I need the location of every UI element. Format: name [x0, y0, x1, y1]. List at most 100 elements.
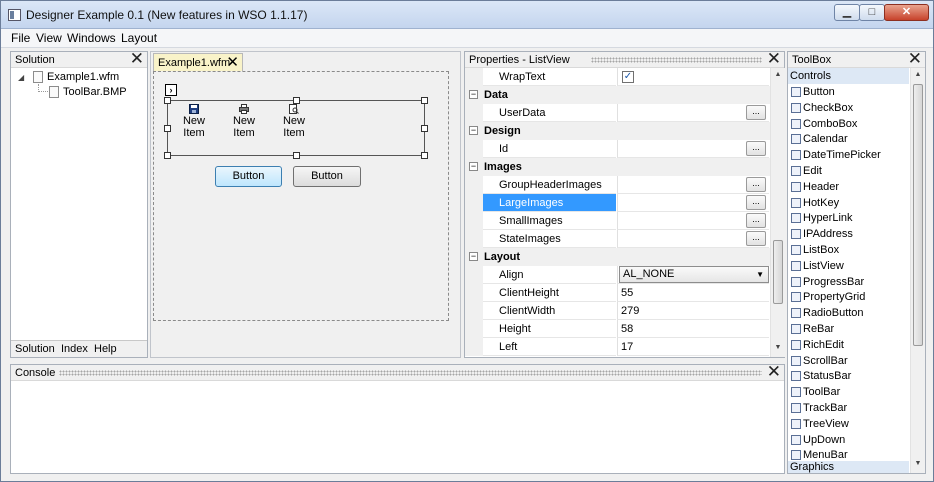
tab-index[interactable]: Index — [61, 343, 88, 355]
toolbox-item-ipaddress[interactable]: IPAddress — [788, 226, 909, 242]
tree-expander-icon[interactable]: ◢ — [18, 73, 24, 82]
prop-row-smallimages[interactable]: SmallImages ... — [465, 212, 770, 230]
category-images[interactable]: − Images — [465, 158, 770, 176]
toolbar-item[interactable]: New Item — [171, 104, 217, 139]
toolbox-item-checkbox[interactable]: CheckBox — [788, 100, 909, 116]
ellipsis-button[interactable]: ... — [746, 213, 766, 228]
prop-value[interactable]: ... — [617, 212, 769, 230]
resize-handle[interactable] — [293, 97, 300, 104]
ellipsis-button[interactable]: ... — [746, 141, 766, 156]
chevron-right-icon[interactable]: › — [165, 84, 177, 96]
prop-row-clientwidth[interactable]: ClientWidth 279 — [465, 302, 770, 320]
toolbar-item[interactable]: New Item — [271, 104, 317, 139]
category-design[interactable]: − Design — [465, 122, 770, 140]
tab-example1-wfm[interactable]: Example1.wfm ✕ — [153, 53, 243, 71]
toolbox-item-rebar[interactable]: ReBar — [788, 321, 909, 337]
prop-row-id[interactable]: Id ... — [465, 140, 770, 158]
ellipsis-button[interactable]: ... — [746, 231, 766, 246]
ellipsis-button[interactable]: ... — [746, 105, 766, 120]
menu-view[interactable]: View — [36, 31, 62, 45]
prop-row-left[interactable]: Left 17 — [465, 338, 770, 356]
toolbox-scrollbar[interactable]: ▲ ▼ — [910, 68, 925, 473]
console-close-icon[interactable]: ✕ — [767, 363, 781, 381]
scroll-up-icon[interactable]: ▲ — [911, 71, 925, 78]
prop-row-userdata[interactable]: UserData ... — [465, 104, 770, 122]
category-layout[interactable]: − Layout — [465, 248, 770, 266]
toolbox-item-hyperlink[interactable]: HyperLink — [788, 210, 909, 226]
menu-layout[interactable]: Layout — [121, 31, 157, 45]
resize-handle[interactable] — [164, 125, 171, 132]
prop-value[interactable]: ... — [617, 140, 769, 158]
collapse-icon[interactable]: − — [469, 126, 478, 135]
toolbox-item-datetimepicker[interactable]: DateTimePicker — [788, 147, 909, 163]
toolbox-item-button[interactable]: Button — [788, 84, 909, 100]
tab-help[interactable]: Help — [94, 343, 117, 355]
wraptext-checkbox[interactable]: ✓ — [622, 71, 634, 83]
toolbox-item-listbox[interactable]: ListBox — [788, 242, 909, 258]
properties-close-icon[interactable]: ✕ — [767, 50, 781, 68]
toolbox-item-progressbar[interactable]: ProgressBar — [788, 274, 909, 290]
resize-handle[interactable] — [421, 125, 428, 132]
toolbox-item-propertygrid[interactable]: PropertyGrid — [788, 289, 909, 305]
prop-value[interactable]: 58 — [617, 320, 769, 338]
resize-handle[interactable] — [421, 97, 428, 104]
prop-row-stateimages[interactable]: StateImages ... — [465, 230, 770, 248]
toolbox-group-controls[interactable]: Controls — [788, 68, 909, 84]
prop-value[interactable]: ... — [617, 104, 769, 122]
prop-value[interactable]: ... — [617, 230, 769, 248]
prop-value[interactable]: 17 — [617, 338, 769, 356]
toolbar-control[interactable]: New Item New Item New Item — [164, 97, 428, 159]
toolbox-item-updown[interactable]: UpDown — [788, 432, 909, 448]
scroll-thumb[interactable] — [913, 84, 923, 346]
prop-value[interactable]: AL_NONE ▼ — [617, 266, 769, 284]
resize-handle[interactable] — [293, 152, 300, 159]
tree-item-example1[interactable]: Example1.wfm — [47, 71, 119, 83]
dropdown-arrow-icon[interactable]: ▼ — [756, 267, 764, 282]
ellipsis-button[interactable]: ... — [746, 195, 766, 210]
toolbox-item-toolbar[interactable]: ToolBar — [788, 384, 909, 400]
tree-item-toolbar-bmp[interactable]: ToolBar.BMP — [63, 86, 127, 98]
toolbox-item-treeview[interactable]: TreeView — [788, 416, 909, 432]
toolbox-item-calendar[interactable]: Calendar — [788, 131, 909, 147]
scroll-thumb[interactable] — [773, 240, 783, 304]
collapse-icon[interactable]: − — [469, 162, 478, 171]
resize-handle[interactable] — [164, 152, 171, 159]
maximize-button[interactable]: □ — [859, 4, 885, 21]
scroll-down-icon[interactable]: ▼ — [771, 344, 785, 351]
prop-value[interactable]: ... — [617, 176, 769, 194]
toolbox-item-trackbar[interactable]: TrackBar — [788, 400, 909, 416]
toolbox-item-combobox[interactable]: ComboBox — [788, 116, 909, 132]
toolbox-item-statusbar[interactable]: StatusBar — [788, 368, 909, 384]
scroll-up-icon[interactable]: ▲ — [771, 71, 785, 78]
prop-value[interactable]: ... — [617, 194, 769, 212]
resize-handle[interactable] — [164, 97, 171, 104]
collapse-icon[interactable]: − — [469, 252, 478, 261]
doc-tab-close-icon[interactable]: ✕ — [226, 53, 239, 71]
toolbar-item[interactable]: New Item — [221, 104, 267, 139]
form-button-1[interactable]: Button — [215, 166, 282, 187]
category-data[interactable]: − Data — [465, 86, 770, 104]
toolbox-item-header[interactable]: Header — [788, 179, 909, 195]
collapse-icon[interactable]: − — [469, 90, 478, 99]
solution-close-icon[interactable]: ✕ — [130, 50, 144, 68]
prop-row-height[interactable]: Height 58 — [465, 320, 770, 338]
toolbox-close-icon[interactable]: ✕ — [908, 50, 922, 68]
minimize-button[interactable]: ▁ — [834, 4, 860, 21]
ellipsis-button[interactable]: ... — [746, 177, 766, 192]
tab-solution[interactable]: Solution — [15, 343, 55, 355]
prop-value[interactable]: 279 — [617, 302, 769, 320]
form-button-2[interactable]: Button — [293, 166, 361, 187]
prop-row-wraptext[interactable]: WrapText ✓ — [465, 68, 770, 86]
resize-handle[interactable] — [421, 152, 428, 159]
prop-row-align[interactable]: Align AL_NONE ▼ — [465, 266, 770, 284]
prop-row-largeimages[interactable]: LargeImages ... — [465, 194, 770, 212]
toolbox-item-radiobutton[interactable]: RadioButton — [788, 305, 909, 321]
menu-windows[interactable]: Windows — [67, 31, 116, 45]
toolbox-item-listview[interactable]: ListView — [788, 258, 909, 274]
prop-value[interactable]: 55 — [617, 284, 769, 302]
close-button[interactable]: ✕ — [884, 4, 929, 21]
form-canvas[interactable]: › New Item New Item New Item Button Butt… — [153, 71, 449, 321]
scroll-down-icon[interactable]: ▼ — [911, 460, 925, 467]
toolbox-item-scrollbar[interactable]: ScrollBar — [788, 353, 909, 369]
toolbox-group-graphics[interactable]: Graphics — [788, 461, 909, 473]
